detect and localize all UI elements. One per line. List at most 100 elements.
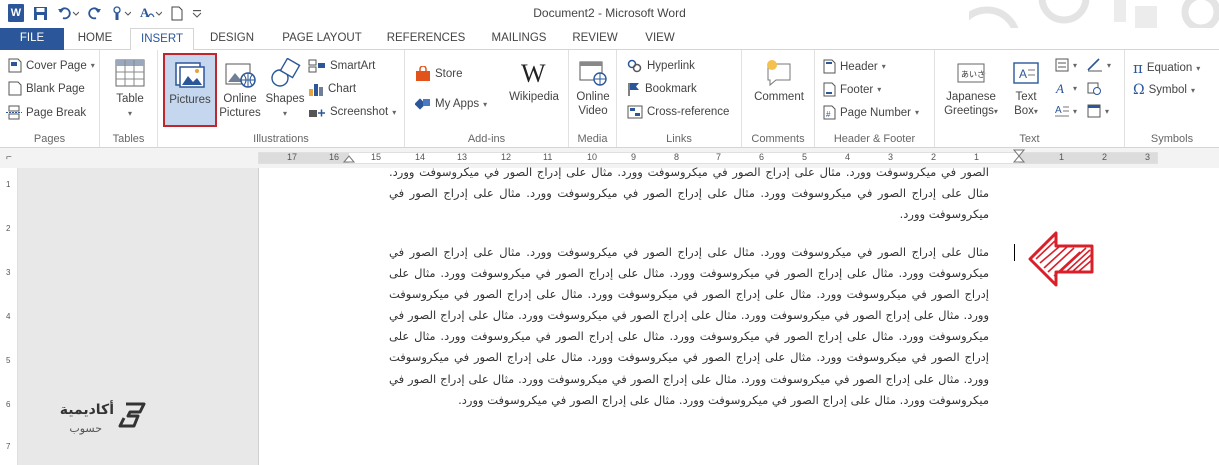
group-label-pages: Pages bbox=[33, 133, 66, 145]
academy-logo-icon bbox=[118, 402, 146, 428]
ruler-number: 3 bbox=[1145, 152, 1151, 162]
vruler-number: 2 bbox=[6, 224, 11, 233]
cross-reference-icon bbox=[627, 105, 643, 119]
table-label: Table bbox=[116, 93, 144, 105]
text-box-label-1: Text bbox=[1015, 91, 1037, 103]
academy-logo-text: أكاديمية bbox=[59, 402, 114, 418]
bookmark-button[interactable]: Bookmark bbox=[627, 82, 697, 96]
vruler-number: 5 bbox=[6, 356, 11, 365]
tab-home[interactable]: HOME bbox=[66, 28, 124, 50]
document-page[interactable]: الصور في ميكروسوفت وورد. مثال على إدراج … bbox=[258, 165, 1219, 465]
ruler-number: 12 bbox=[501, 152, 512, 162]
group-header-footer: Header ▾ Footer ▾ # Page Number ▾ Header & … bbox=[815, 50, 935, 147]
blank-page-button[interactable]: Blank Page bbox=[8, 81, 85, 96]
page-break-label: Page Break bbox=[26, 106, 87, 119]
header-button[interactable]: Header ▾ bbox=[823, 59, 886, 74]
tab-insert[interactable]: INSERT bbox=[130, 28, 194, 51]
paragraph-1[interactable]: الصور في ميكروسوفت وورد. مثال على إدراج … bbox=[389, 162, 989, 225]
group-addins: Store My Apps ▾ W Wikipedia Add-ins bbox=[405, 50, 569, 147]
cross-reference-label: Cross-reference bbox=[647, 106, 730, 118]
page-break-icon bbox=[6, 105, 22, 120]
signature-line-button[interactable]: ▾ bbox=[1087, 58, 1111, 72]
my-apps-icon bbox=[415, 98, 430, 110]
pictures-icon bbox=[175, 62, 205, 88]
text-box-button[interactable]: A Text Box▾ bbox=[1005, 58, 1047, 119]
hyperlink-button[interactable]: Hyperlink bbox=[627, 59, 695, 73]
ruler-number: 3 bbox=[888, 152, 894, 162]
shapes-icon bbox=[271, 58, 301, 87]
japanese-greetings-icon: あいさつ bbox=[957, 63, 986, 83]
cross-reference-button[interactable]: Cross-reference bbox=[627, 105, 729, 119]
symbol-button[interactable]: Ω Symbol ▾ bbox=[1133, 82, 1195, 98]
tab-selector-icon[interactable]: ⌐ bbox=[6, 152, 12, 163]
cover-page-label: Cover Page bbox=[26, 59, 87, 72]
pi-icon: π bbox=[1133, 59, 1143, 77]
vertical-ruler[interactable]: 1 2 3 4 5 6 7 bbox=[4, 168, 18, 465]
tab-page-layout[interactable]: PAGE LAYOUT bbox=[272, 28, 372, 50]
pictures-button[interactable]: Pictures bbox=[163, 53, 217, 127]
paragraph-2[interactable]: مثال على إدراج الصور في ميكروسوفت وورد. … bbox=[389, 242, 989, 411]
ruler-number: 11 bbox=[543, 152, 553, 162]
page-number-label: Page Number bbox=[840, 106, 911, 119]
right-indent-marker-icon[interactable] bbox=[1013, 149, 1025, 163]
japanese-greetings-button[interactable]: あいさつ JapaneseGreetings▾ bbox=[939, 58, 1003, 119]
japanese-greetings-label-1: Japanese bbox=[946, 91, 996, 103]
comment-button[interactable]: Comment bbox=[748, 58, 810, 104]
tab-review[interactable]: REVIEW bbox=[564, 28, 626, 50]
online-video-icon bbox=[579, 61, 607, 86]
svg-text:A: A bbox=[1019, 67, 1027, 81]
ruler-number: 5 bbox=[802, 152, 808, 162]
table-button[interactable]: Table ▾ bbox=[110, 58, 150, 121]
quick-parts-button[interactable]: ▾ bbox=[1055, 58, 1077, 72]
svg-text:#: # bbox=[826, 110, 831, 119]
tab-view[interactable]: VIEW bbox=[632, 28, 688, 50]
store-button[interactable]: Store bbox=[415, 66, 463, 82]
group-label-tables: Tables bbox=[112, 133, 145, 145]
online-pictures-button[interactable]: Online Pictures bbox=[218, 58, 262, 120]
group-text: あいさつ JapaneseGreetings▾ A TextBox▾ ▾ ▾ A… bbox=[935, 50, 1125, 147]
smartart-button[interactable]: SmartArt bbox=[308, 59, 375, 73]
ruler-number: 13 bbox=[457, 152, 468, 162]
ruler-number: 2 bbox=[1102, 152, 1108, 162]
ruler-number: 4 bbox=[845, 152, 851, 162]
shapes-button[interactable]: Shapes ▾ bbox=[262, 58, 308, 121]
group-media: Online Video Media bbox=[569, 50, 617, 147]
equation-button[interactable]: π Equation ▾ bbox=[1133, 59, 1200, 77]
quick-parts-icon bbox=[1055, 58, 1069, 72]
ruler-number: 6 bbox=[759, 152, 765, 162]
wikipedia-icon: W bbox=[521, 59, 546, 88]
object-button[interactable]: ▾ bbox=[1087, 104, 1109, 118]
store-icon bbox=[416, 66, 430, 81]
comment-icon bbox=[767, 60, 791, 87]
page-number-button[interactable]: # Page Number ▾ bbox=[823, 105, 919, 120]
chart-button[interactable]: Chart bbox=[308, 82, 356, 96]
tab-mailings[interactable]: MAILINGS bbox=[478, 28, 560, 50]
footer-button[interactable]: Footer ▾ bbox=[823, 82, 881, 97]
text-cursor bbox=[1014, 244, 1015, 261]
ruler-number: 9 bbox=[631, 152, 637, 162]
my-apps-label: My Apps bbox=[435, 98, 480, 110]
comment-label: Comment bbox=[754, 91, 804, 103]
date-time-icon bbox=[1087, 82, 1101, 95]
tab-references[interactable]: REFERENCES bbox=[380, 28, 472, 50]
group-label-text: Text bbox=[1019, 133, 1040, 145]
left-indent-marker-icon[interactable] bbox=[343, 151, 355, 163]
drop-cap-button[interactable]: A ▾ bbox=[1055, 104, 1077, 118]
tab-file[interactable]: FILE bbox=[0, 28, 64, 50]
cover-page-button[interactable]: Cover Page ▾ bbox=[8, 58, 95, 73]
ruler-number: 10 bbox=[587, 152, 598, 162]
hyperlink-icon bbox=[627, 59, 642, 73]
chart-label: Chart bbox=[328, 83, 357, 95]
wordart-button[interactable]: A ▾ bbox=[1055, 81, 1077, 95]
equation-label: Equation bbox=[1146, 62, 1193, 74]
tab-design[interactable]: DESIGN bbox=[200, 28, 264, 50]
group-tables: Table ▾ Tables bbox=[100, 50, 158, 147]
my-apps-button[interactable]: My Apps ▾ bbox=[415, 97, 487, 111]
date-time-button[interactable] bbox=[1087, 81, 1101, 95]
page-break-button[interactable]: Page Break bbox=[6, 105, 86, 120]
ruler-number: 16 bbox=[329, 152, 340, 162]
online-video-button[interactable]: Online Video bbox=[571, 58, 615, 118]
wikipedia-button[interactable]: W Wikipedia bbox=[505, 58, 563, 104]
drop-cap-icon: A bbox=[1055, 105, 1069, 117]
screenshot-button[interactable]: Screenshot ▾ bbox=[308, 105, 396, 119]
